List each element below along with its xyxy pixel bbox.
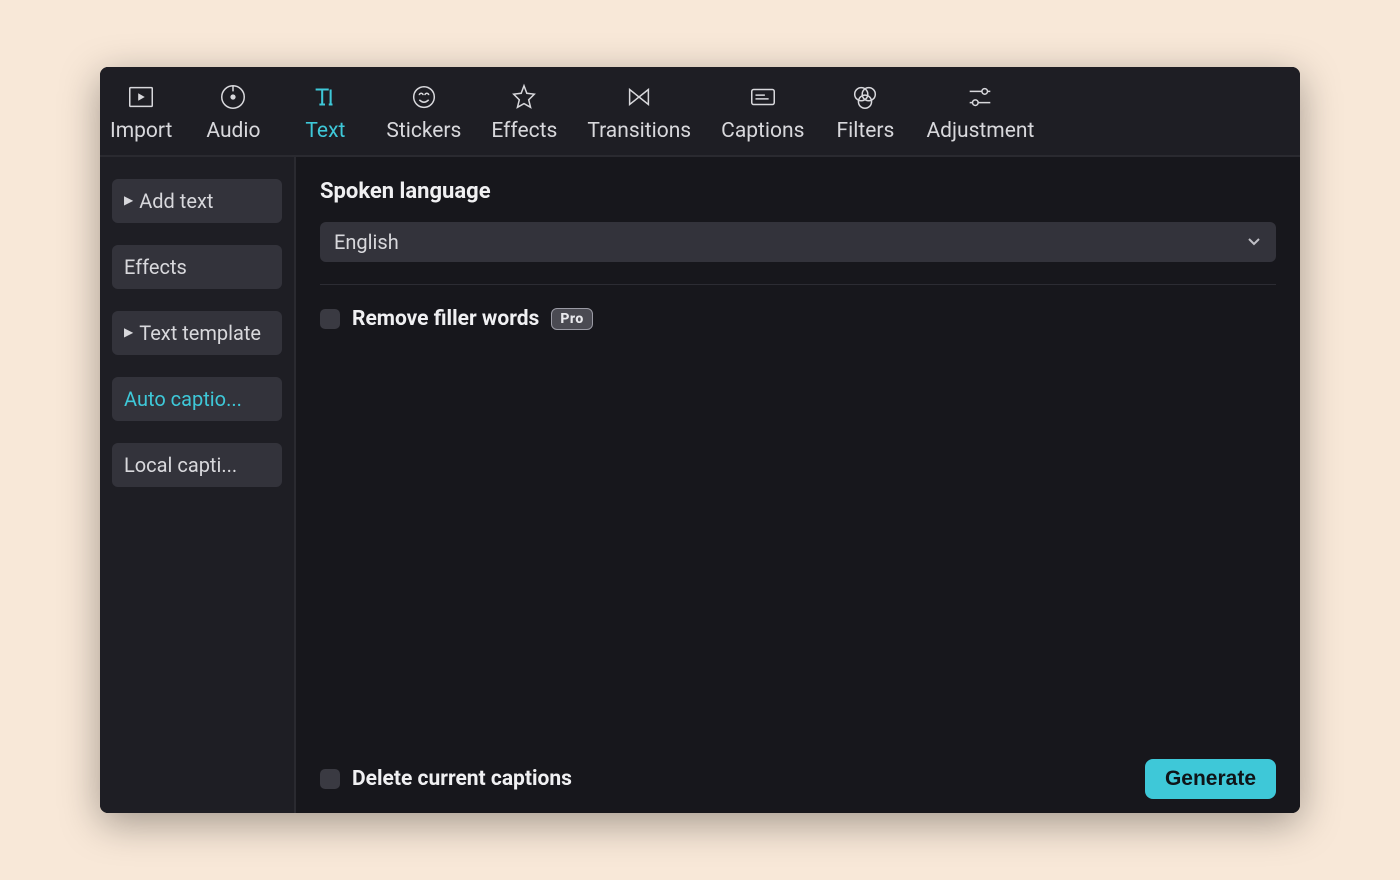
- toolbar-effects[interactable]: Effects: [483, 77, 565, 147]
- section-title: Spoken language: [320, 179, 1276, 204]
- top-toolbar: Import Audio Text Stickers Effects: [100, 67, 1300, 157]
- footer: Delete current captions Generate: [320, 747, 1276, 799]
- chevron-down-icon: [1246, 230, 1262, 254]
- pro-badge: Pro: [551, 308, 592, 330]
- toolbar-label: Text: [305, 119, 345, 143]
- toolbar-label: Effects: [491, 119, 557, 143]
- main-panel: Spoken language English Remove filler wo…: [296, 157, 1300, 813]
- transitions-icon: [623, 81, 655, 113]
- adjustment-icon: [964, 81, 996, 113]
- divider: [320, 284, 1276, 285]
- sidebar-item-add-text[interactable]: ▶ Add text: [112, 179, 282, 223]
- toolbar-filters[interactable]: Filters: [826, 77, 904, 147]
- toolbar-label: Transitions: [587, 119, 691, 143]
- remove-filler-label: Remove filler words: [352, 307, 539, 331]
- toolbar-label: Adjustment: [926, 119, 1034, 143]
- stickers-icon: [408, 81, 440, 113]
- body: ▶ Add text Effects ▶ Text template Auto …: [100, 157, 1300, 813]
- toolbar-adjustment[interactable]: Adjustment: [918, 77, 1042, 147]
- toolbar-transitions[interactable]: Transitions: [579, 77, 699, 147]
- captions-icon: [747, 81, 779, 113]
- sidebar-item-local-captions[interactable]: Local capti...: [112, 443, 282, 487]
- audio-icon: [217, 81, 249, 113]
- toolbar-label: Import: [110, 119, 172, 143]
- toolbar-import[interactable]: Import: [102, 77, 180, 147]
- delete-captions-row: Delete current captions: [320, 767, 572, 791]
- toolbar-label: Audio: [206, 119, 260, 143]
- delete-captions-label: Delete current captions: [352, 767, 572, 791]
- toolbar-captions[interactable]: Captions: [713, 77, 812, 147]
- toolbar-audio[interactable]: Audio: [194, 77, 272, 147]
- import-icon: [125, 81, 157, 113]
- remove-filler-checkbox[interactable]: [320, 309, 340, 329]
- remove-filler-row: Remove filler words Pro: [320, 307, 1276, 331]
- sidebar-item-label: Effects: [124, 255, 187, 279]
- language-select[interactable]: English: [320, 222, 1276, 262]
- toolbar-label: Captions: [721, 119, 804, 143]
- sidebar-item-auto-captions[interactable]: Auto captio...: [112, 377, 282, 421]
- toolbar-label: Stickers: [386, 119, 461, 143]
- sidebar-item-label: Text template: [139, 321, 261, 345]
- sidebar-item-label: Add text: [139, 189, 213, 213]
- filters-icon: [849, 81, 881, 113]
- sidebar-item-text-template[interactable]: ▶ Text template: [112, 311, 282, 355]
- generate-button[interactable]: Generate: [1145, 759, 1276, 799]
- toolbar-label: Filters: [837, 119, 895, 143]
- text-icon: [309, 81, 341, 113]
- caret-right-icon: ▶: [124, 193, 133, 207]
- toolbar-text[interactable]: Text: [286, 77, 364, 147]
- sidebar-item-label: Local capti...: [124, 453, 237, 477]
- sidebar-item-label: Auto captio...: [124, 387, 242, 411]
- language-select-value: English: [334, 230, 399, 254]
- sidebar: ▶ Add text Effects ▶ Text template Auto …: [100, 157, 296, 813]
- delete-captions-checkbox[interactable]: [320, 769, 340, 789]
- caret-right-icon: ▶: [124, 325, 133, 339]
- effects-icon: [508, 81, 540, 113]
- sidebar-item-effects[interactable]: Effects: [112, 245, 282, 289]
- toolbar-stickers[interactable]: Stickers: [378, 77, 469, 147]
- app-window: Import Audio Text Stickers Effects: [100, 67, 1300, 813]
